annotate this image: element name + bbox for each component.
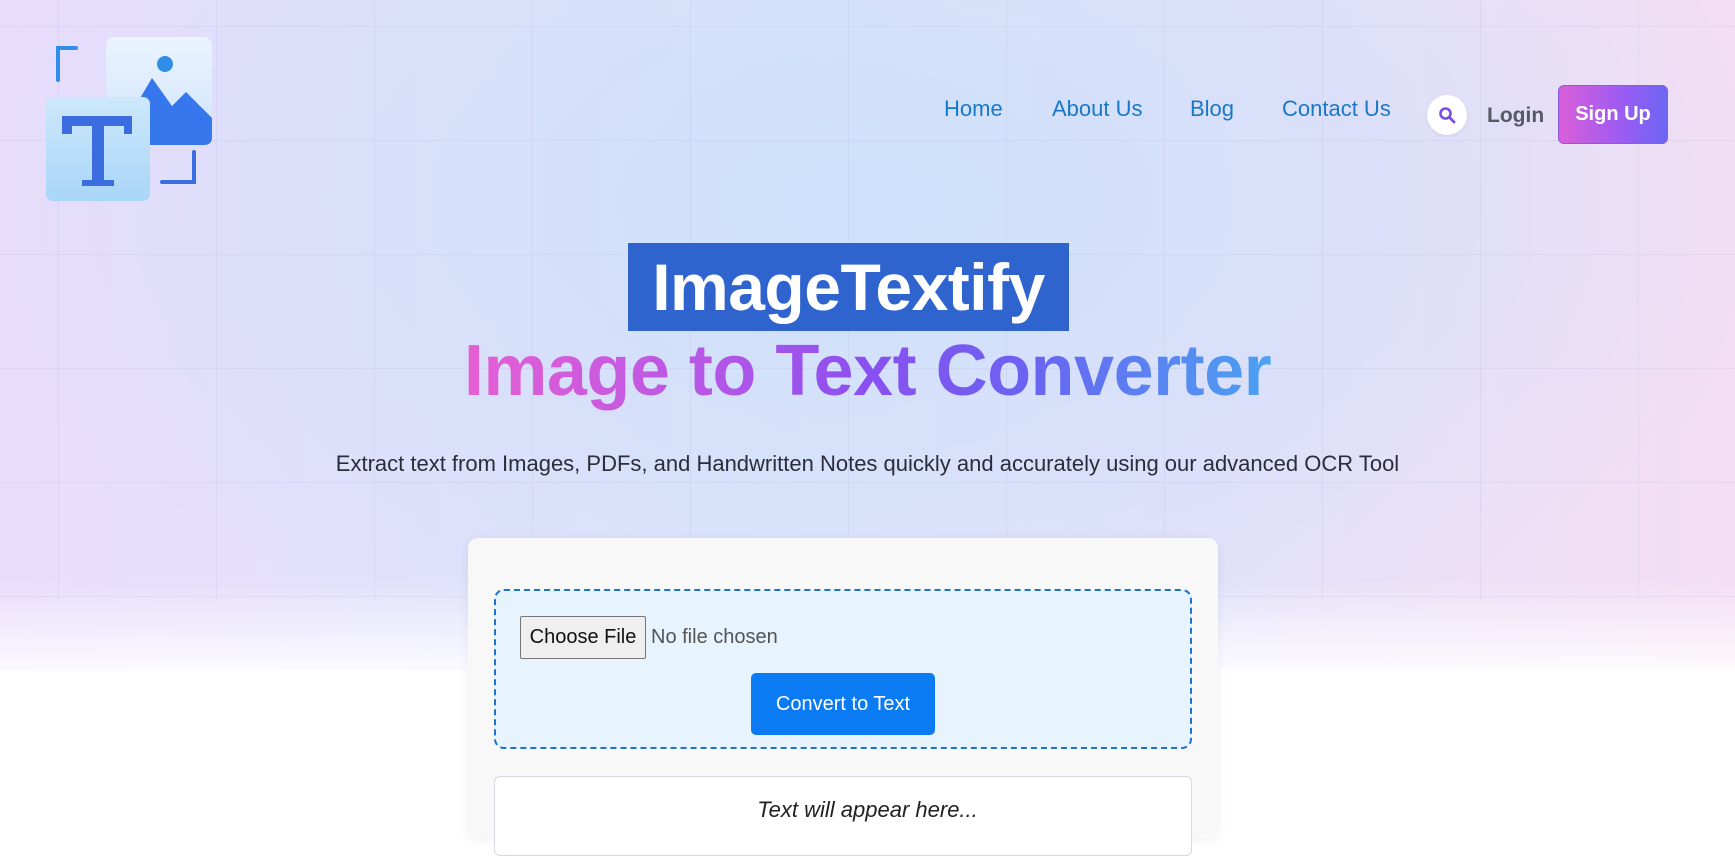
brand-title: ImageTextify [628, 243, 1069, 331]
hero-subtitle: Extract text from Images, PDFs, and Hand… [335, 451, 1400, 476]
nav-about-us[interactable]: About Us [1052, 96, 1143, 122]
output-placeholder: Text will appear here... [757, 797, 978, 822]
headline-text: Image to Text Converter [463, 331, 1272, 411]
convert-to-text-button[interactable]: Convert to Text [751, 673, 935, 735]
nav-contact-us[interactable]: Contact Us [1282, 96, 1391, 122]
site-logo[interactable] [44, 34, 214, 204]
nav-blog[interactable]: Blog [1190, 96, 1234, 122]
logo-image-icon [46, 37, 212, 201]
page-headline: Image to Text Converter [0, 330, 1735, 412]
choose-file-button[interactable]: Choose File [520, 616, 646, 659]
search-icon [1439, 107, 1456, 124]
search-button[interactable] [1427, 95, 1467, 135]
login-link[interactable]: Login [1487, 104, 1544, 128]
file-status-text: No file chosen [651, 626, 778, 648]
signup-button[interactable]: Sign Up [1558, 85, 1668, 144]
nav-home[interactable]: Home [944, 96, 1003, 122]
